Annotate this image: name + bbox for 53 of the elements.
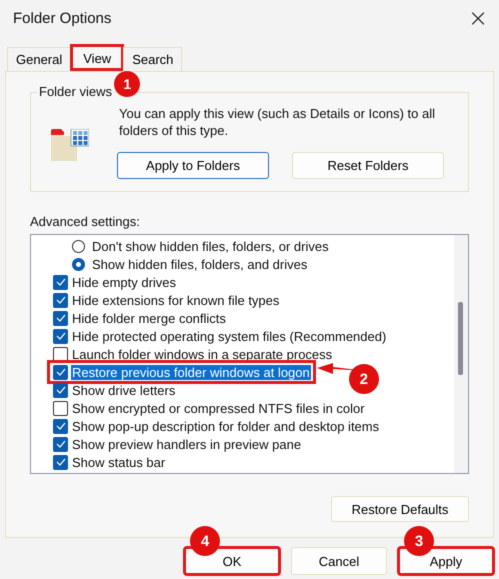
setting-row[interactable]: Show status bar bbox=[53, 453, 168, 471]
setting-label: Launch folder windows in a separate process bbox=[71, 346, 334, 362]
folder-icon bbox=[51, 129, 89, 161]
checkbox[interactable] bbox=[53, 328, 68, 344]
setting-row[interactable]: Launch folder windows in a separate process bbox=[53, 345, 336, 363]
setting-label: Hide folder merge conflicts bbox=[71, 310, 227, 326]
advanced-label: Advanced settings: bbox=[30, 214, 141, 229]
setting-label: Show status bar bbox=[71, 454, 166, 470]
description-text: You can apply this view (such as Details or Icons) to all folders of this type. bbox=[119, 105, 436, 139]
setting-label: Show encrypted or compressed NTFS files in color bbox=[71, 400, 366, 416]
folder-button[interactable]: Apply to Folders bbox=[117, 152, 269, 179]
checkbox[interactable] bbox=[53, 400, 68, 416]
setting-row[interactable]: Hide extensions for known file types bbox=[53, 291, 282, 309]
setting-row[interactable]: Show encrypted or compressed NTFS files in color bbox=[53, 399, 368, 417]
checkbox[interactable] bbox=[53, 274, 68, 290]
tab[interactable]: General bbox=[7, 47, 72, 71]
setting-label: Show preview handlers in preview pane bbox=[71, 436, 302, 452]
checkbox[interactable] bbox=[53, 292, 68, 308]
setting-label: Show pop-up description for folder and desktop items bbox=[71, 418, 380, 434]
group-title: Folder views bbox=[37, 84, 114, 99]
window-title: Folder Options bbox=[13, 10, 112, 26]
setting-label: Don't show hidden files, folders, or drives bbox=[91, 238, 330, 254]
scrollbar[interactable] bbox=[454, 235, 468, 473]
checkbox[interactable] bbox=[53, 364, 68, 380]
tab[interactable]: View bbox=[70, 44, 124, 71]
checkbox[interactable] bbox=[53, 382, 68, 398]
setting-row[interactable]: Hide folder merge conflicts bbox=[53, 309, 229, 327]
setting-row[interactable]: Hide protected operating system files (Recommended) bbox=[53, 327, 390, 345]
radio-button[interactable] bbox=[72, 240, 85, 252]
step-badge: 2 bbox=[348, 364, 379, 394]
dialog-button[interactable]: Cancel bbox=[291, 547, 387, 575]
setting-label: Hide empty drives bbox=[71, 274, 178, 290]
setting-label: Hide extensions for known file types bbox=[71, 292, 280, 308]
checkbox[interactable] bbox=[53, 436, 68, 452]
setting-row[interactable]: Show hidden files, folders, and drives bbox=[72, 255, 310, 273]
tab[interactable]: Search bbox=[123, 47, 182, 71]
dialog-button[interactable]: Apply bbox=[398, 547, 494, 575]
setting-label: Show hidden files, folders, and drives bbox=[91, 256, 308, 272]
setting-row[interactable]: Don't show hidden files, folders, or drives bbox=[72, 237, 332, 255]
setting-row[interactable]: Hide empty drives bbox=[53, 273, 180, 291]
checkbox[interactable] bbox=[53, 418, 68, 434]
folder-button[interactable]: Reset Folders bbox=[292, 152, 444, 179]
close-button[interactable]: × bbox=[463, 3, 493, 33]
checkbox[interactable] bbox=[53, 346, 68, 362]
setting-row[interactable]: Show pop-up description for folder and desktop items bbox=[53, 417, 382, 435]
restore-defaults-button[interactable]: Restore Defaults bbox=[331, 496, 469, 522]
checkbox[interactable] bbox=[53, 454, 68, 470]
checkbox[interactable] bbox=[53, 310, 68, 326]
setting-label: Restore previous folder windows at logon bbox=[71, 364, 311, 380]
radio-button[interactable] bbox=[72, 258, 85, 270]
setting-row[interactable]: Show preview handlers in preview pane bbox=[53, 435, 304, 453]
dialog-button[interactable]: OK bbox=[184, 547, 280, 575]
setting-label: Hide protected operating system files (Recommended) bbox=[71, 328, 388, 344]
